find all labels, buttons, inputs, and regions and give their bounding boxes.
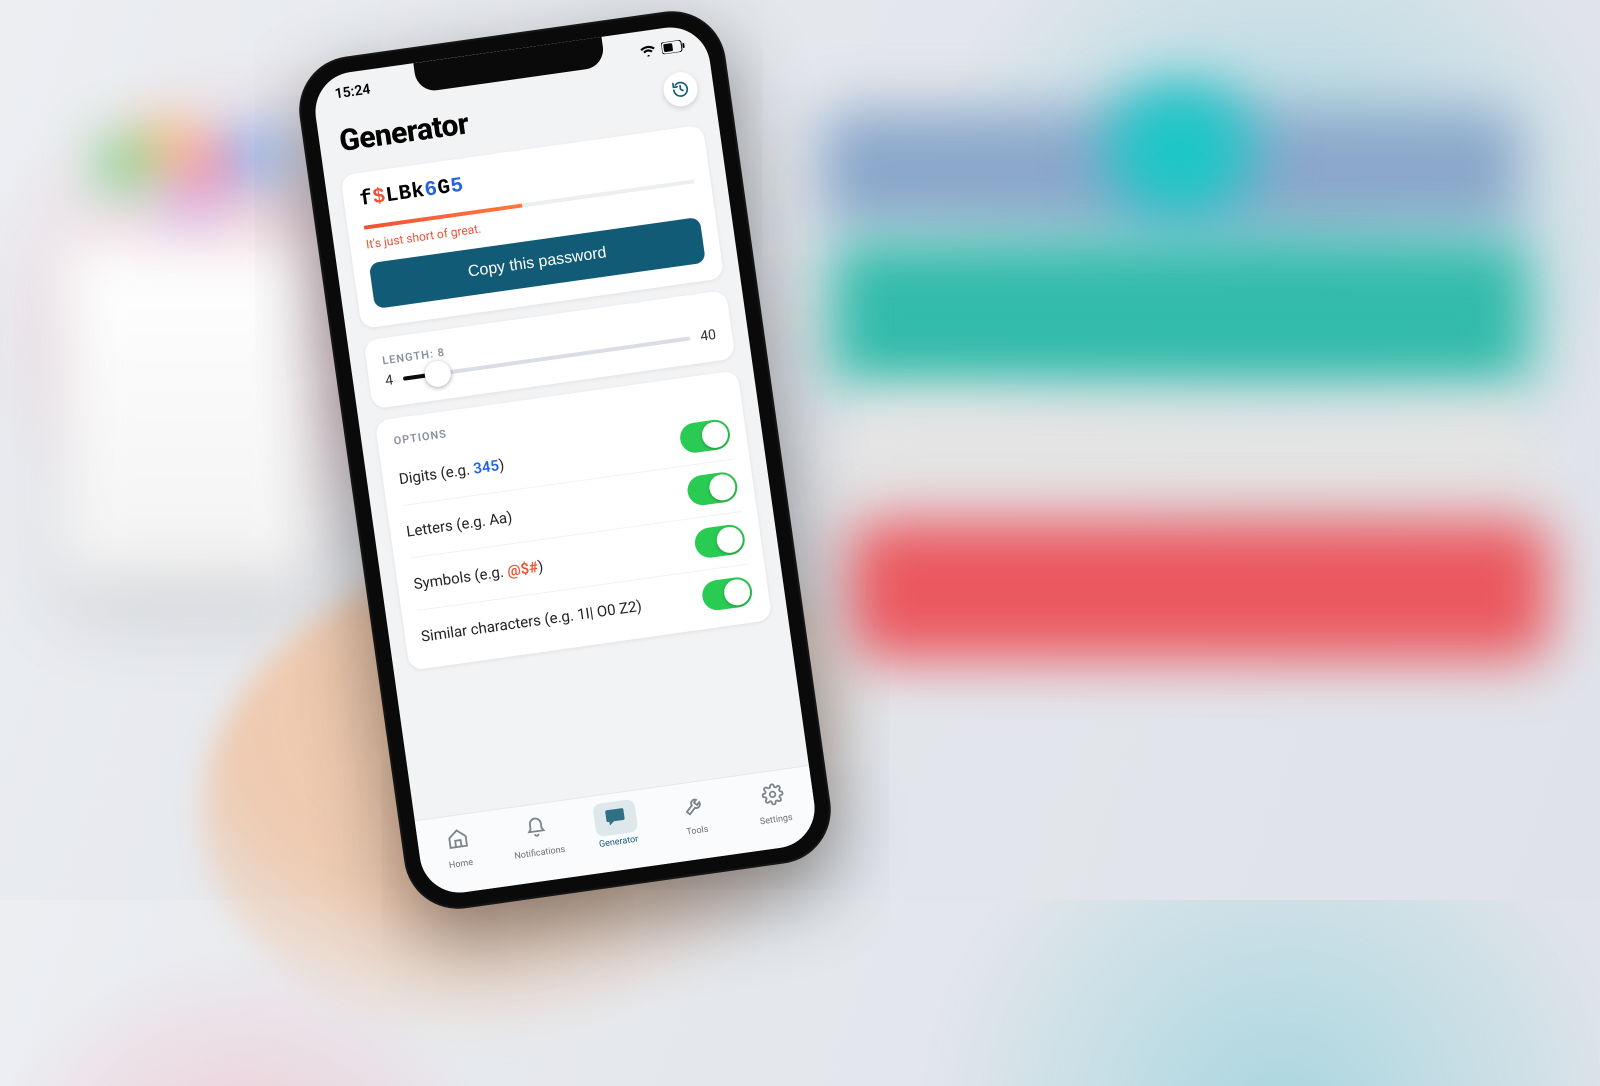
toggle-digits[interactable] [678, 418, 732, 455]
tab-notifications[interactable]: Notifications [502, 808, 572, 862]
slider-thumb[interactable] [423, 359, 452, 388]
screen: 15:24 Generator f$LBk6G5 [310, 22, 819, 897]
options-card: OPTIONS Digits (e.g. 345)Letters (e.g. A… [375, 370, 773, 670]
bell-icon [526, 830, 549, 843]
tab-home[interactable]: Home [424, 819, 494, 873]
battery-icon [661, 39, 686, 54]
tab-label: Settings [759, 813, 793, 827]
toggle-letters[interactable] [686, 470, 740, 507]
tab-generator[interactable]: Generator [581, 797, 651, 851]
tab-settings[interactable]: Settings [739, 775, 809, 829]
wrench-icon [684, 808, 707, 821]
length-max: 40 [699, 327, 717, 345]
wifi-icon [639, 43, 657, 57]
length-min: 4 [384, 372, 394, 389]
phone-frame: 15:24 Generator f$LBk6G5 [292, 4, 838, 915]
chat-icon [605, 819, 628, 832]
option-label: Letters (e.g. Aa) [405, 508, 513, 541]
toggle-symbols[interactable] [693, 523, 747, 560]
option-label: Similar characters (e.g. 1I| O0 Z2) [420, 597, 643, 646]
option-label: Digits (e.g. 345) [398, 456, 506, 489]
option-label: Symbols (e.g. @$#) [413, 557, 545, 593]
tab-label: Generator [598, 835, 638, 850]
gear-icon [762, 797, 785, 810]
home-icon [447, 841, 470, 854]
tab-bar: Home Notifications Generator Tools Settings [415, 765, 820, 898]
tab-tools[interactable]: Tools [660, 786, 730, 840]
tab-label: Tools [686, 825, 709, 838]
status-time: 15:24 [334, 82, 372, 103]
page-title: Generator [337, 106, 471, 159]
tab-label: Home [448, 858, 473, 871]
toggle-similar[interactable] [700, 575, 754, 612]
